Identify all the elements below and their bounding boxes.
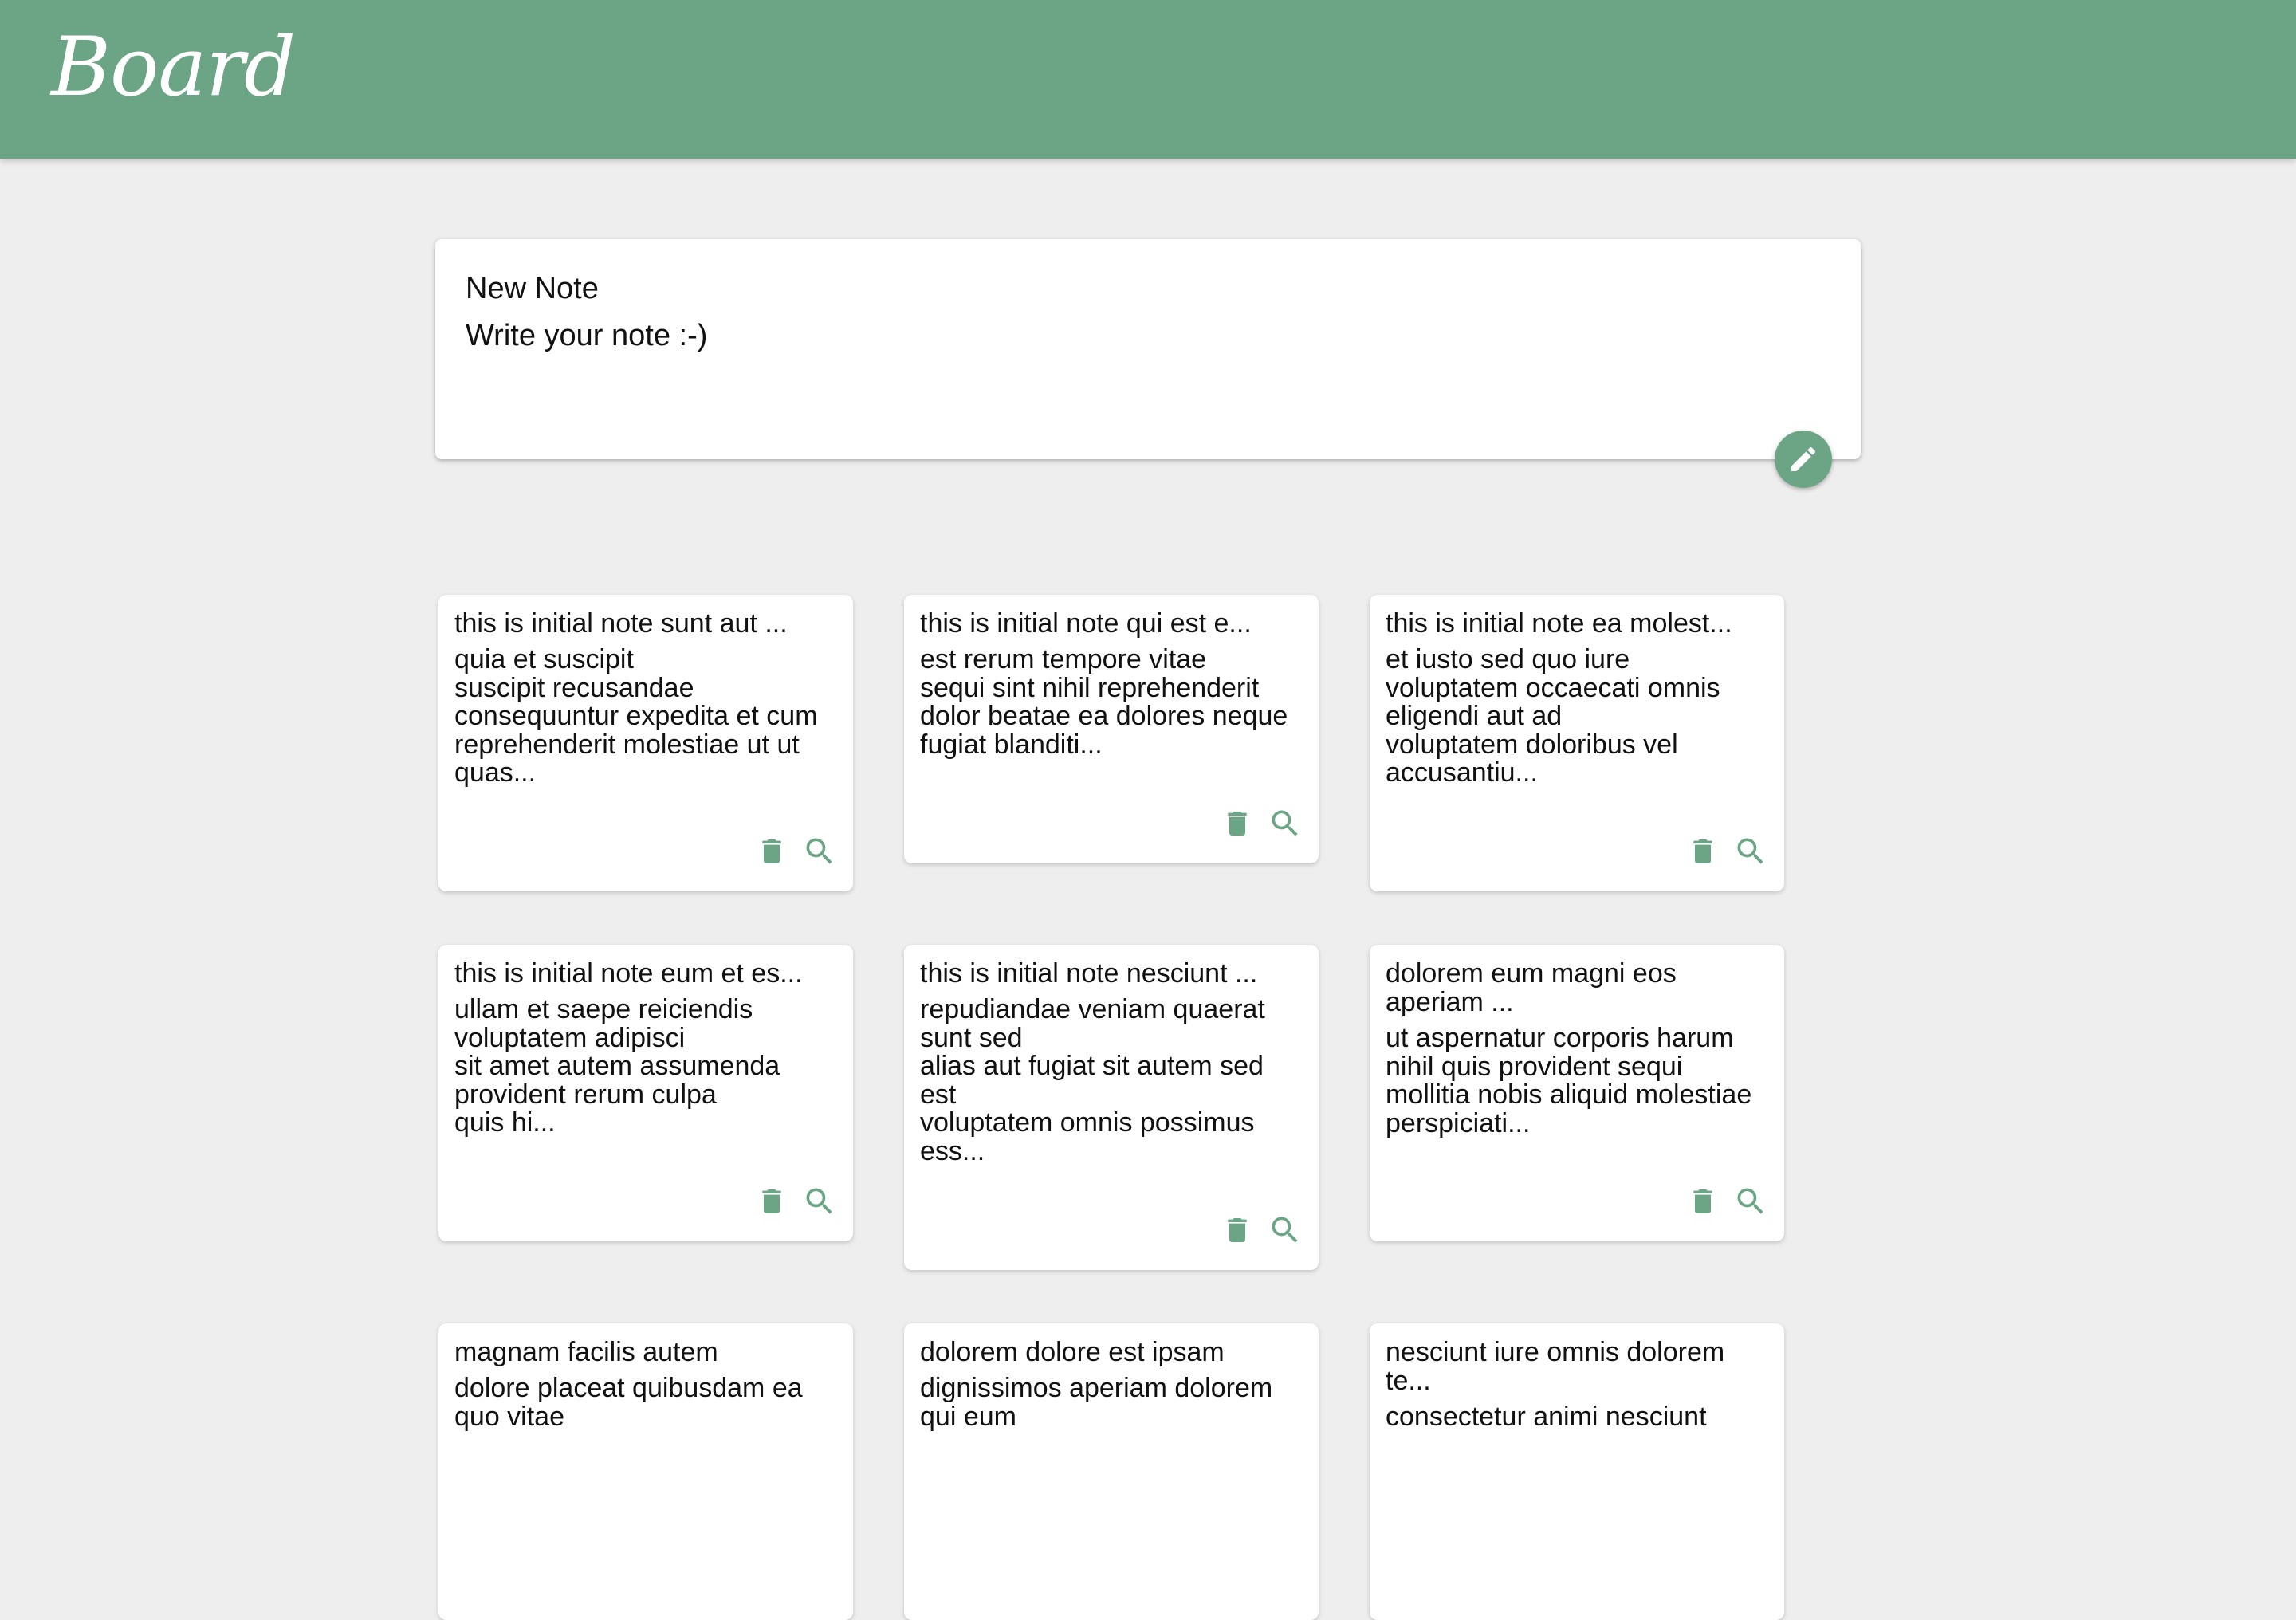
view-note-button[interactable] bbox=[802, 1184, 837, 1219]
note-body: dolore placeat quibusdam ea quo vitae bbox=[454, 1373, 803, 1432]
note-body: et iusto sed quo iure voluptatem occaeca… bbox=[1386, 644, 1720, 788]
note-title: nesciunt iure omnis dolorem te... bbox=[1386, 1337, 1725, 1396]
trash-icon bbox=[762, 1189, 781, 1213]
add-note-button[interactable] bbox=[1775, 431, 1832, 488]
search-icon bbox=[1272, 1217, 1298, 1243]
search-icon bbox=[1737, 1188, 1763, 1214]
note-body-input[interactable] bbox=[466, 319, 1821, 438]
view-note-button[interactable] bbox=[1733, 834, 1768, 869]
note-card: this is initial note eum et es... ullam … bbox=[438, 945, 853, 1241]
search-icon bbox=[806, 838, 832, 864]
trash-icon bbox=[1228, 812, 1247, 836]
delete-note-button[interactable] bbox=[1221, 1213, 1253, 1248]
view-note-button[interactable] bbox=[802, 834, 837, 869]
note-body: dignissimos aperiam dolorem qui eum bbox=[920, 1373, 1273, 1432]
trash-icon bbox=[1693, 1189, 1712, 1213]
search-icon bbox=[1737, 838, 1763, 864]
search-icon bbox=[806, 1188, 832, 1214]
note-card: this is initial note nesciunt ... repudi… bbox=[904, 945, 1319, 1270]
note-card: magnam facilis autem dolore placeat quib… bbox=[438, 1323, 853, 1620]
note-card: this is initial note qui est e... est re… bbox=[904, 595, 1319, 863]
search-icon bbox=[1272, 810, 1298, 836]
delete-note-button[interactable] bbox=[1221, 806, 1253, 841]
note-title: this is initial note qui est e... bbox=[920, 608, 1252, 639]
note-title: dolorem dolore est ipsam bbox=[920, 1337, 1225, 1367]
note-body: ullam et saepe reiciendis voluptatem adi… bbox=[454, 994, 780, 1138]
delete-note-button[interactable] bbox=[1687, 834, 1719, 869]
note-body: repudiandae veniam quaerat sunt sed alia… bbox=[920, 994, 1265, 1166]
note-card: dolorem dolore est ipsam dignissimos ape… bbox=[904, 1323, 1319, 1620]
trash-icon bbox=[1228, 1218, 1247, 1242]
note-body: consectetur animi nesciunt bbox=[1386, 1402, 1707, 1432]
note-title: this is initial note eum et es... bbox=[454, 958, 803, 989]
view-note-button[interactable] bbox=[1268, 1213, 1303, 1248]
brand-logo: Board bbox=[51, 20, 296, 115]
note-body: ut aspernatur corporis harum nihil quis … bbox=[1386, 1023, 1752, 1138]
delete-note-button[interactable] bbox=[756, 834, 788, 869]
note-body: est rerum tempore vitae sequi sint nihil… bbox=[920, 644, 1288, 760]
trash-icon bbox=[762, 839, 781, 863]
note-card: this is initial note sunt aut ... quia e… bbox=[438, 595, 853, 891]
new-note-composer bbox=[435, 239, 1861, 459]
view-note-button[interactable] bbox=[1733, 1184, 1768, 1219]
pencil-icon bbox=[1791, 446, 1816, 471]
note-card: nesciunt iure omnis dolorem te... consec… bbox=[1370, 1323, 1784, 1620]
trash-icon bbox=[1693, 839, 1712, 863]
delete-note-button[interactable] bbox=[756, 1184, 788, 1219]
note-card: this is initial note ea molest... et ius… bbox=[1370, 595, 1784, 891]
note-title: dolorem eum magni eos aperiam ... bbox=[1386, 958, 1677, 1017]
note-title: this is initial note sunt aut ... bbox=[454, 608, 788, 639]
view-note-button[interactable] bbox=[1268, 806, 1303, 841]
note-title: this is initial note ea molest... bbox=[1386, 608, 1732, 639]
note-card: dolorem eum magni eos aperiam ... ut asp… bbox=[1370, 945, 1784, 1241]
note-title: this is initial note nesciunt ... bbox=[920, 958, 1258, 989]
note-title-input[interactable] bbox=[466, 269, 1821, 308]
note-body: quia et suscipit suscipit recusandae con… bbox=[454, 644, 818, 788]
note-title: magnam facilis autem bbox=[454, 1337, 718, 1367]
app-header: Board bbox=[0, 0, 2296, 159]
delete-note-button[interactable] bbox=[1687, 1184, 1719, 1219]
